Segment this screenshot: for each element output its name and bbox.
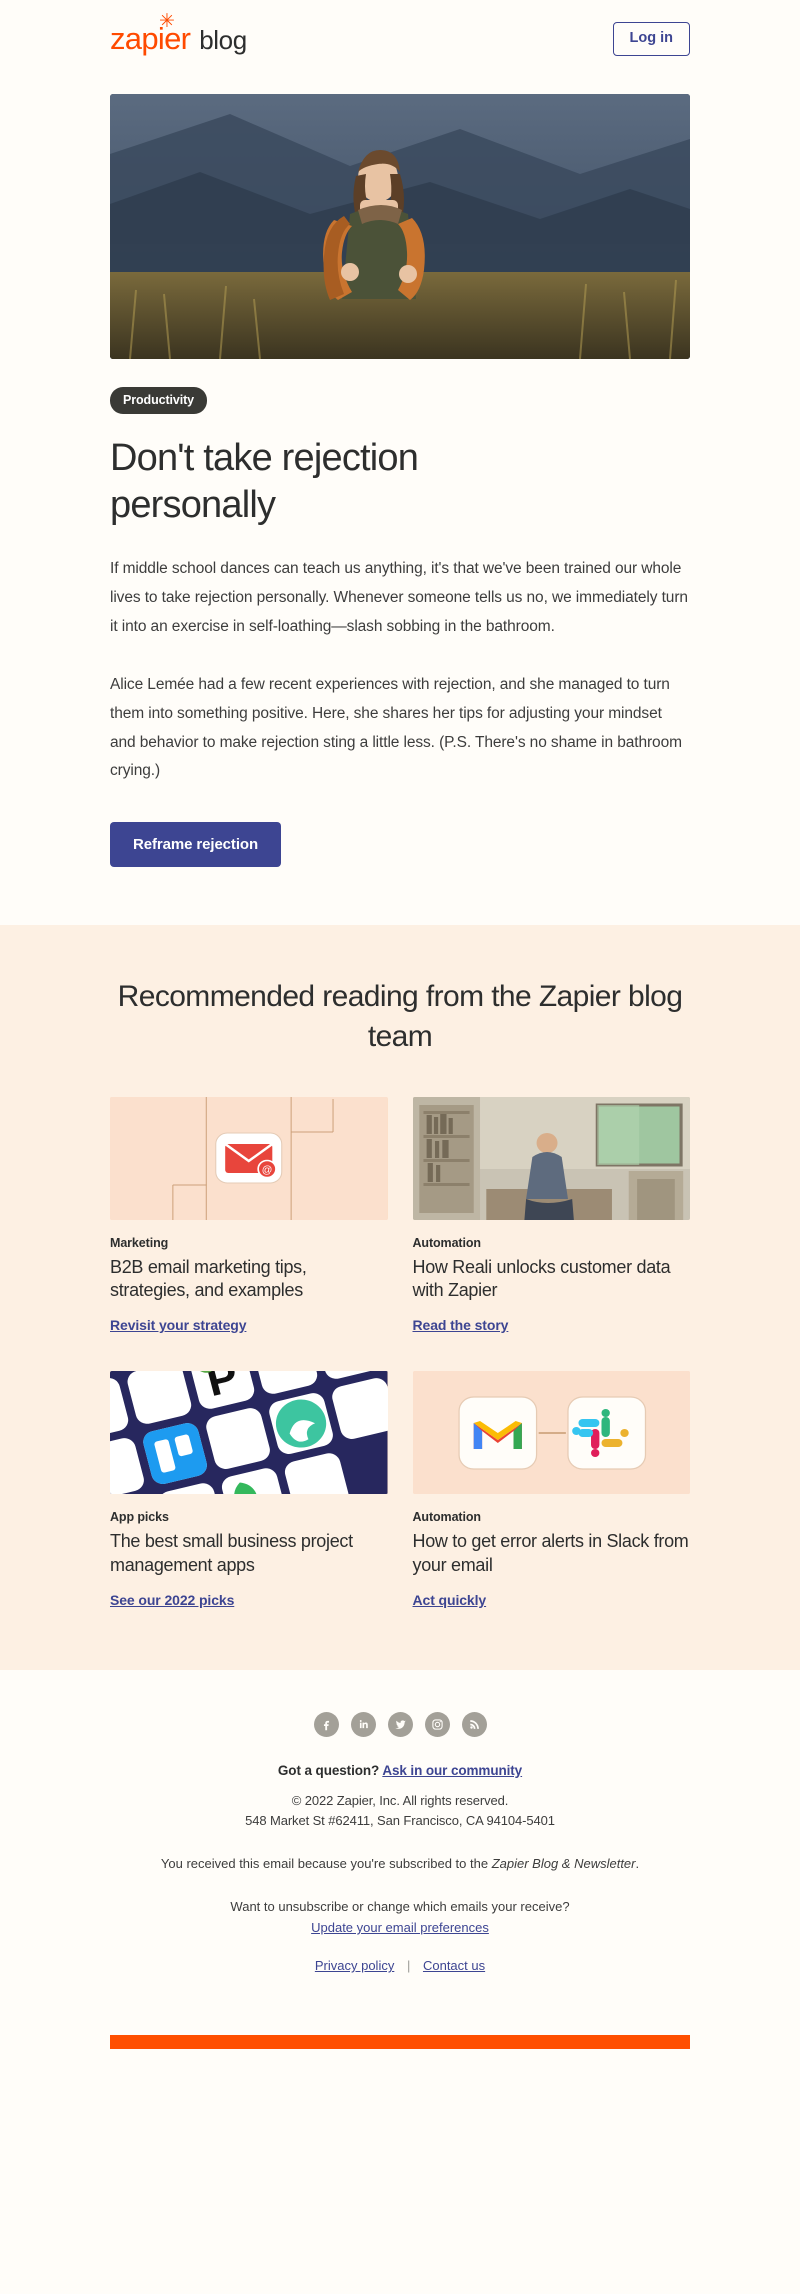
card-link[interactable]: Read the story bbox=[413, 1317, 509, 1333]
footer-unsubscribe-block: Want to unsubscribe or change which emai… bbox=[110, 1896, 690, 1938]
footer-address: 548 Market St #62411, San Francisco, CA … bbox=[245, 1812, 555, 1828]
recommended-reading-title: Recommended reading from the Zapier blog… bbox=[117, 979, 683, 1053]
card-link[interactable]: Revisit your strategy bbox=[110, 1317, 247, 1333]
zapier-blog-logo[interactable]: zapier ✳ blog bbox=[110, 12, 247, 57]
community-link[interactable]: Ask in our community bbox=[382, 1763, 522, 1778]
login-button[interactable]: Log in bbox=[612, 22, 690, 56]
footer-question-text: Got a question? bbox=[277, 1762, 380, 1778]
app-icons-collage: P asana bbox=[110, 1371, 388, 1495]
card-category: App picks bbox=[110, 1510, 169, 1525]
card-category: Automation bbox=[412, 1510, 482, 1525]
recommended-card[interactable]: Automation How Reali unlocks customer da… bbox=[412, 1096, 690, 1336]
card-title: B2B email marketing tips, strategies, an… bbox=[110, 1256, 307, 1301]
reframe-rejection-button[interactable]: Reframe rejection bbox=[110, 821, 282, 867]
footer-link-separator: | bbox=[406, 1958, 411, 1974]
bottom-orange-bar bbox=[110, 2035, 690, 2050]
hero-image[interactable] bbox=[110, 93, 690, 359]
recommended-card[interactable]: @ Marketing B2B email marketing tips, st… bbox=[110, 1096, 388, 1336]
card-link[interactable]: Act quickly bbox=[413, 1592, 487, 1608]
card-link[interactable]: See our 2022 picks bbox=[110, 1592, 234, 1608]
svg-text:@: @ bbox=[262, 1165, 273, 1176]
card-title: How to get error alerts in Slack from yo… bbox=[412, 1531, 689, 1575]
article-section: Productivity Don't take rejection person… bbox=[0, 359, 800, 925]
blog-wordmark: blog bbox=[199, 25, 247, 56]
zapier-asterisk-icon: ✳ bbox=[159, 11, 175, 33]
footer-copyright: © 2022 Zapier, Inc. All rights reserved. bbox=[291, 1792, 509, 1808]
hiker-photo-illustration bbox=[110, 93, 690, 359]
instagram-icon[interactable] bbox=[424, 1711, 450, 1737]
email-header: zapier ✳ blog Log in bbox=[0, 0, 800, 72]
zapier-wordmark: zapier ✳ bbox=[110, 12, 191, 57]
email-envelope-illustration: @ bbox=[110, 1096, 388, 1220]
footer-question: Got a question? Ask in our community bbox=[110, 1763, 690, 1778]
card-thumbnail[interactable] bbox=[412, 1096, 690, 1220]
card-category: Automation bbox=[412, 1235, 482, 1250]
unsubscribe-text: Want to unsubscribe or change which emai… bbox=[230, 1898, 570, 1914]
recommended-reading-section: Recommended reading from the Zapier blog… bbox=[0, 924, 800, 1670]
card-thumbnail[interactable]: @ bbox=[110, 1096, 388, 1220]
hero-section bbox=[0, 72, 800, 359]
page-tail-spacer bbox=[0, 2079, 800, 2100]
rss-icon[interactable] bbox=[461, 1711, 487, 1737]
recommended-card-grid: @ Marketing B2B email marketing tips, st… bbox=[110, 1096, 690, 1610]
contact-us-link[interactable]: Contact us bbox=[423, 1958, 485, 1973]
privacy-policy-link[interactable]: Privacy policy bbox=[315, 1958, 394, 1973]
zapier-wordmark-text: zapier bbox=[110, 21, 191, 57]
article-paragraph-2: Alice Lemée had a few recent experiences… bbox=[110, 676, 682, 780]
reason-newsletter-name: Zapier Blog & Newsletter bbox=[491, 1855, 636, 1871]
category-badge[interactable]: Productivity bbox=[110, 386, 208, 414]
footer-subscription-reason: You received this email because you're s… bbox=[110, 1853, 690, 1874]
facebook-icon[interactable] bbox=[313, 1711, 339, 1737]
reason-prefix: You received this email because you're s… bbox=[160, 1855, 492, 1871]
card-thumbnail[interactable] bbox=[412, 1371, 690, 1495]
card-title: The best small business project manageme… bbox=[110, 1531, 353, 1575]
gmail-slack-connection-illustration bbox=[412, 1371, 690, 1495]
reason-suffix: . bbox=[635, 1855, 640, 1871]
footer-bottom-links: Privacy policy | Contact us bbox=[110, 1958, 690, 1973]
card-thumbnail[interactable]: P asana bbox=[110, 1371, 388, 1495]
email-body: zapier ✳ blog Log in Productivity Don't … bbox=[0, 0, 800, 2100]
email-footer: Got a question? Ask in our community © 2… bbox=[0, 1669, 800, 2080]
card-category: Marketing bbox=[110, 1235, 169, 1250]
home-office-photo bbox=[412, 1096, 690, 1220]
article-paragraph-1: If middle school dances can teach us any… bbox=[110, 560, 688, 635]
update-preferences-link[interactable]: Update your email preferences bbox=[311, 1920, 489, 1935]
article-headline: Don't take rejection personally bbox=[110, 436, 419, 527]
card-title: How Reali unlocks customer data with Zap… bbox=[412, 1256, 671, 1301]
recommended-card[interactable]: Automation How to get error alerts in Sl… bbox=[412, 1371, 690, 1610]
twitter-icon[interactable] bbox=[387, 1711, 413, 1737]
linkedin-icon[interactable] bbox=[350, 1711, 376, 1737]
recommended-card[interactable]: P asana bbox=[110, 1371, 388, 1610]
social-links bbox=[110, 1711, 690, 1737]
